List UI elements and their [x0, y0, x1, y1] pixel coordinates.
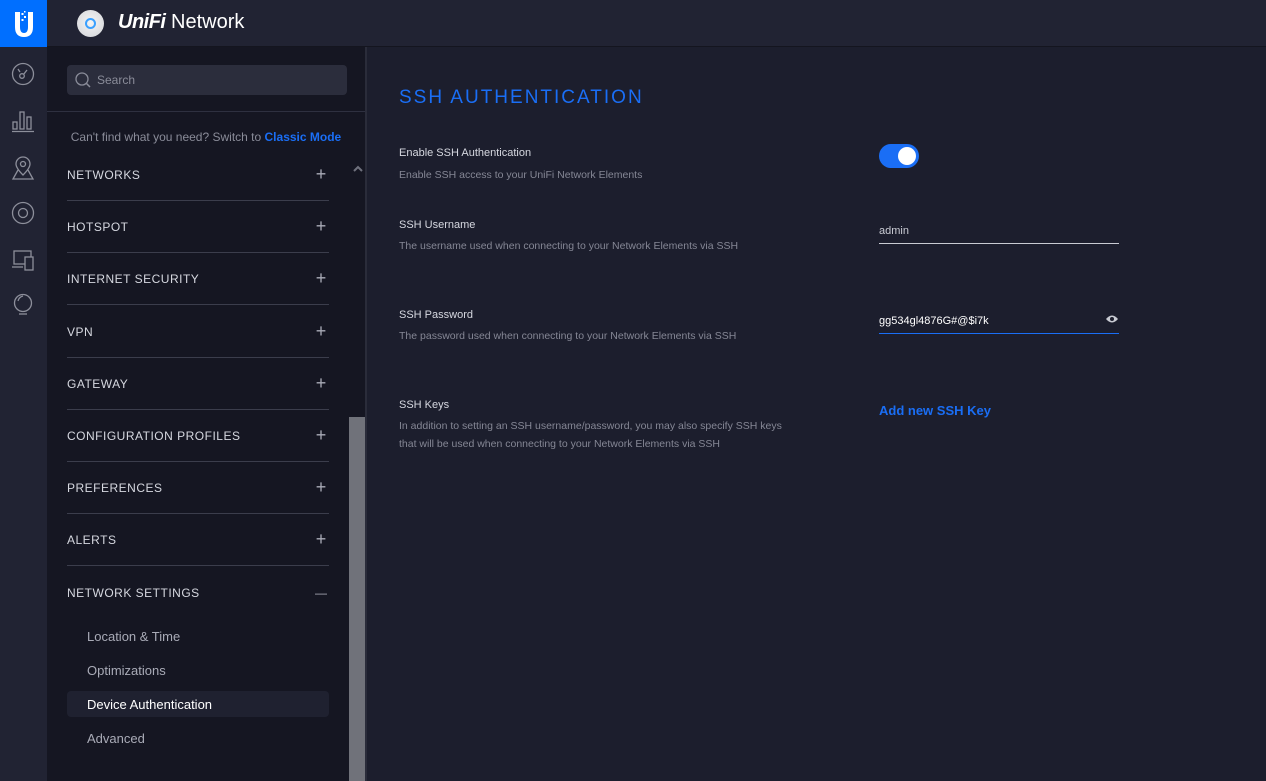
section-label: VPN [67, 324, 94, 339]
sidebar-item-device-authentication[interactable]: Device Authentication [67, 691, 329, 717]
ubiquiti-u-icon [14, 10, 33, 37]
enable-ssh-description: Enable SSH access to your UniFi Network … [399, 169, 643, 181]
section-label: GATEWAY [67, 376, 129, 391]
ssh-password-field[interactable] [879, 310, 1119, 334]
section-networks[interactable]: NETWORKS + [67, 149, 329, 201]
expand-plus-icon[interactable]: + [313, 321, 329, 342]
top-bar: UniFi Network [0, 0, 1266, 47]
devices-circle-icon[interactable] [10, 200, 36, 226]
ssh-username-field[interactable] [879, 220, 1119, 244]
expand-plus-icon[interactable]: + [313, 373, 329, 394]
unifi-device-icon [77, 10, 104, 37]
ssh-username-input[interactable] [879, 220, 1094, 242]
add-ssh-key-link[interactable]: Add new SSH Key [879, 403, 991, 418]
section-label: NETWORK SETTINGS [67, 586, 200, 600]
section-gateway[interactable]: GATEWAY + [67, 358, 329, 410]
section-label: ALERTS [67, 532, 117, 547]
show-password-eye-icon[interactable] [1105, 314, 1119, 324]
section-label: HOTSPOT [67, 219, 129, 234]
section-label: NETWORKS [67, 167, 141, 182]
section-preferences[interactable]: PREFERENCES + [67, 462, 329, 514]
sidebar-divider [47, 111, 365, 112]
section-vpn[interactable]: VPN + [67, 306, 329, 358]
sidebar-item-location-time[interactable]: Location & Time [67, 623, 329, 649]
classic-mode-prompt: Can't find what you need? Switch to Clas… [47, 130, 365, 144]
collapse-minus-icon[interactable]: — [313, 586, 329, 600]
sidebar-scrollbar[interactable] [349, 417, 365, 781]
ssh-keys-description: In addition to setting an SSH username/p… [399, 420, 782, 450]
ssh-keys-label: SSH Keys [399, 399, 450, 411]
expand-plus-icon[interactable]: + [313, 268, 329, 289]
page-title: SSH AUTHENTICATION [399, 87, 644, 108]
statistics-bars-icon[interactable] [10, 108, 36, 134]
left-nav [0, 47, 47, 781]
section-network-settings[interactable]: NETWORK SETTINGS — [67, 567, 329, 619]
toggle-knob [898, 147, 916, 165]
sidebar-item-advanced[interactable]: Advanced [67, 725, 329, 751]
ssh-username-label: SSH Username [399, 219, 476, 231]
section-hotspot[interactable]: HOTSPOT + [67, 201, 329, 253]
app-title: UniFi Network [118, 11, 244, 34]
settings-sidebar: Can't find what you need? Switch to Clas… [47, 47, 365, 781]
search-input[interactable] [97, 65, 337, 95]
expand-plus-icon[interactable]: + [313, 477, 329, 498]
section-label: PREFERENCES [67, 480, 163, 495]
enable-ssh-label: Enable SSH Authentication [399, 147, 532, 159]
main-content: SSH AUTHENTICATION Enable SSH Authentica… [367, 47, 1266, 781]
ubiquiti-logo[interactable] [0, 0, 47, 47]
section-label: CONFIGURATION PROFILES [67, 428, 241, 443]
ssh-password-description: The password used when connecting to you… [399, 330, 737, 342]
ssh-password-input[interactable] [879, 310, 1094, 332]
scroll-up-chevron-icon[interactable] [352, 165, 364, 177]
clients-devices-icon[interactable] [10, 247, 36, 273]
section-alerts[interactable]: ALERTS + [67, 514, 329, 566]
expand-plus-icon[interactable]: + [313, 216, 329, 237]
expand-plus-icon[interactable]: + [313, 164, 329, 185]
map-pin-icon[interactable] [10, 155, 36, 181]
search-icon [75, 72, 91, 88]
ssh-username-description: The username used when connecting to you… [399, 240, 739, 252]
section-configuration-profiles[interactable]: CONFIGURATION PROFILES + [67, 410, 329, 462]
enable-ssh-toggle[interactable] [879, 144, 919, 168]
expand-plus-icon[interactable]: + [313, 529, 329, 550]
section-internet-security[interactable]: INTERNET SECURITY + [67, 253, 329, 305]
insights-bulb-icon[interactable] [10, 292, 36, 318]
search-box[interactable] [67, 65, 347, 95]
app-title-brand: UniFi [118, 11, 166, 33]
sidebar-item-optimizations[interactable]: Optimizations [67, 657, 329, 683]
section-label: INTERNET SECURITY [67, 271, 200, 286]
classic-mode-link[interactable]: Classic Mode [265, 130, 342, 144]
expand-plus-icon[interactable]: + [313, 425, 329, 446]
dashboard-gauge-icon[interactable] [10, 61, 36, 87]
ssh-password-label: SSH Password [399, 309, 473, 321]
app-title-suffix: Network [165, 11, 245, 33]
classic-mode-text: Can't find what you need? Switch to [70, 130, 265, 144]
